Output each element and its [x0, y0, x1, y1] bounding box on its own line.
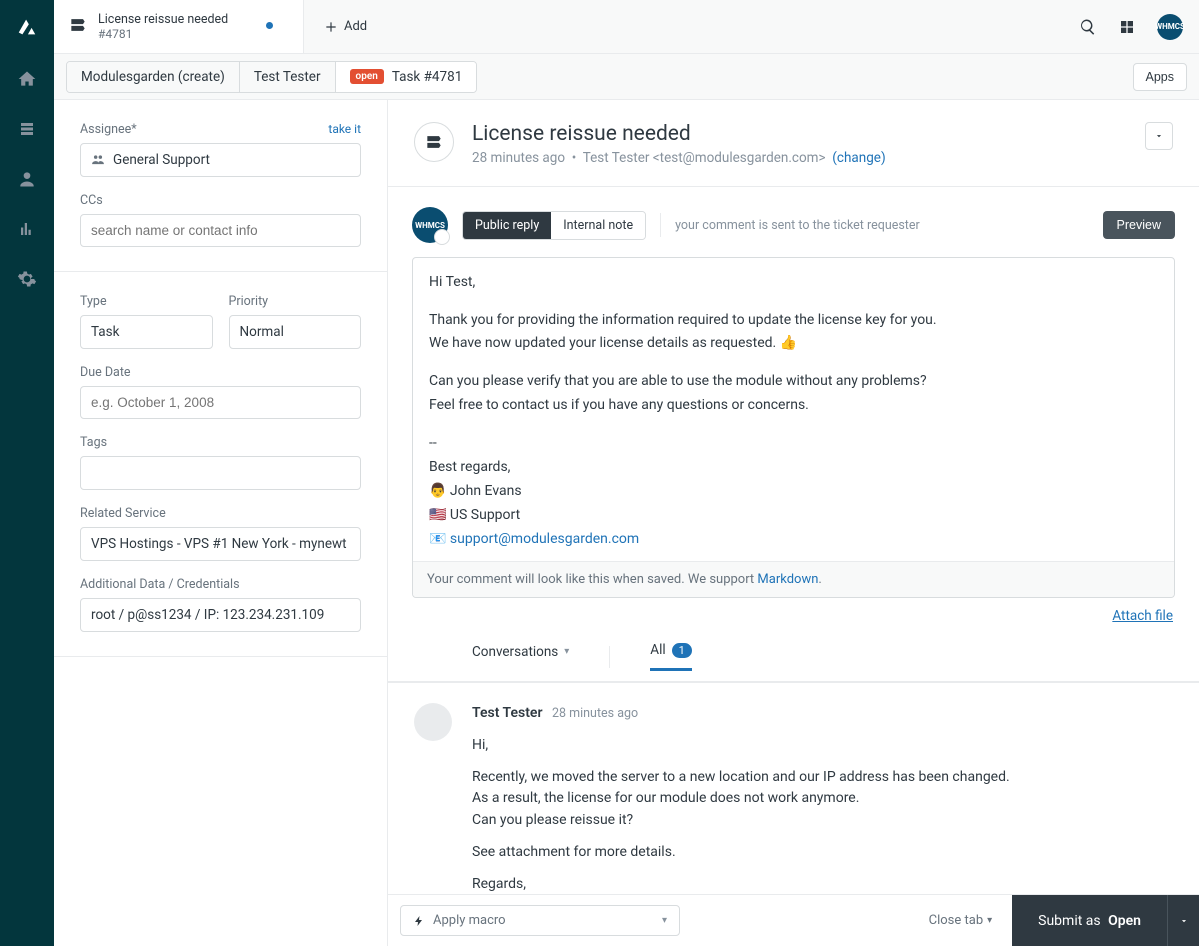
properties-sidebar: Assignee* take it General Support CCs [54, 100, 388, 946]
additional-data-label: Additional Data / Credentials [80, 577, 240, 592]
nav-views[interactable] [0, 104, 54, 154]
related-service-field[interactable]: VPS Hostings - VPS #1 New York - mynewt [80, 527, 361, 561]
agent-avatar: WHMCS [412, 207, 448, 243]
priority-select[interactable]: Normal [229, 315, 362, 349]
nav-customers[interactable] [0, 154, 54, 204]
ccs-label: CCs [80, 193, 103, 208]
support-email-link[interactable]: support@modulesgarden.com [450, 531, 639, 547]
ticket-footer: Apply macro ▾ Close tab ▾ Submit as Open [388, 894, 1199, 946]
assignee-field[interactable]: General Support [80, 143, 361, 177]
status-badge: open [350, 69, 384, 84]
ticket-menu-toggle[interactable] [1145, 122, 1173, 150]
tab-internal-note[interactable]: Internal note [551, 212, 645, 239]
chevron-down-icon [1179, 916, 1189, 926]
tags-label: Tags [80, 435, 107, 450]
nav-reports[interactable] [0, 204, 54, 254]
preview-button[interactable]: Preview [1103, 211, 1175, 239]
apps-grid-icon[interactable] [1119, 19, 1135, 35]
ccs-input[interactable] [80, 214, 361, 247]
reply-editor[interactable]: Hi Test, Thank you for providing the inf… [412, 257, 1175, 598]
due-date-label: Due Date [80, 365, 131, 380]
group-icon [91, 154, 105, 166]
apps-button[interactable]: Apps [1133, 63, 1188, 91]
tab-public-reply[interactable]: Public reply [463, 212, 551, 239]
priority-label: Priority [229, 294, 269, 309]
type-select[interactable]: Task [80, 315, 213, 349]
breadcrumb-bar: Modulesgarden (create) Test Tester open … [54, 54, 1199, 100]
ticket-tab[interactable]: License reissue needed #4781 [54, 0, 304, 53]
attach-file-link[interactable]: Attach file [1112, 608, 1173, 624]
conversations-filter[interactable]: Conversations ▾ [472, 644, 569, 670]
reply-hint: your comment is sent to the ticket reque… [675, 218, 920, 233]
take-it-link[interactable]: take it [328, 122, 361, 136]
ticket-requester: Test Tester <test@modulesgarden.com> [583, 150, 826, 166]
ticket-title: License reissue needed [472, 122, 1127, 146]
unsaved-dot-icon [266, 22, 273, 29]
assignee-label: Assignee* [80, 122, 137, 137]
reply-type-tabs: Public reply Internal note [462, 211, 646, 240]
user-avatar[interactable]: WHMCS [1157, 14, 1183, 40]
thumbs-up-icon: 👍 [780, 335, 797, 351]
due-date-input[interactable] [80, 386, 361, 419]
requester-avatar [414, 703, 452, 741]
tab-subtitle: #4781 [98, 27, 228, 41]
chevron-down-icon: ▾ [662, 915, 667, 926]
submit-dropdown[interactable] [1167, 895, 1199, 946]
markdown-link[interactable]: Markdown [757, 572, 818, 587]
count-badge: 1 [672, 643, 692, 658]
person-emoji-icon: 👨 [429, 483, 446, 499]
product-logo[interactable] [0, 0, 54, 54]
crumb-requester[interactable]: Test Tester [240, 62, 336, 92]
submit-button-group: Submit as Open [1012, 895, 1199, 946]
tags-input[interactable] [80, 456, 361, 490]
message-author: Test Tester [472, 705, 543, 721]
top-bar: License reissue needed #4781 Add WHMCS [54, 0, 1199, 54]
tab-all[interactable]: All 1 [650, 642, 692, 671]
flag-us-icon: 🇺🇸 [429, 507, 446, 523]
lightning-icon [413, 914, 425, 928]
message-time: 28 minutes ago [552, 706, 638, 721]
mail-icon: 📧 [429, 531, 446, 547]
reply-body[interactable]: Hi Test, Thank you for providing the inf… [413, 258, 1174, 561]
ticket-avatar [414, 122, 454, 162]
add-tab-button[interactable]: Add [304, 0, 387, 53]
change-requester-link[interactable]: (change) [832, 150, 885, 166]
ticket-age: 28 minutes ago [472, 150, 565, 166]
crumb-task[interactable]: open Task #4781 [336, 62, 477, 92]
chevron-down-icon: ▾ [564, 646, 569, 657]
crumb-org[interactable]: Modulesgarden (create) [67, 62, 240, 92]
chevron-down-icon [1154, 131, 1164, 141]
submit-button[interactable]: Submit as Open [1012, 895, 1167, 946]
crumb-task-label: Task #4781 [392, 69, 462, 85]
chevron-down-icon: ▾ [987, 915, 992, 926]
type-label: Type [80, 294, 107, 309]
nav-home[interactable] [0, 54, 54, 104]
add-tab-label: Add [344, 19, 367, 34]
search-icon[interactable] [1079, 18, 1097, 36]
tab-title: License reissue needed [98, 12, 228, 27]
breadcrumb: Modulesgarden (create) Test Tester open … [66, 61, 477, 93]
editor-footer: Your comment will look like this when sa… [413, 561, 1174, 597]
additional-data-field[interactable]: root / p@ss1234 / IP: 123.234.231.109 [80, 598, 361, 632]
nav-admin[interactable] [0, 254, 54, 304]
close-tab-button[interactable]: Close tab ▾ [929, 913, 1003, 928]
left-nav [0, 0, 54, 946]
related-service-label: Related Service [80, 506, 166, 521]
ticket-panel: License reissue needed 28 minutes ago • … [388, 100, 1199, 946]
apply-macro-select[interactable]: Apply macro ▾ [400, 905, 680, 936]
assignee-value: General Support [113, 152, 210, 168]
ticket-icon [68, 15, 88, 39]
